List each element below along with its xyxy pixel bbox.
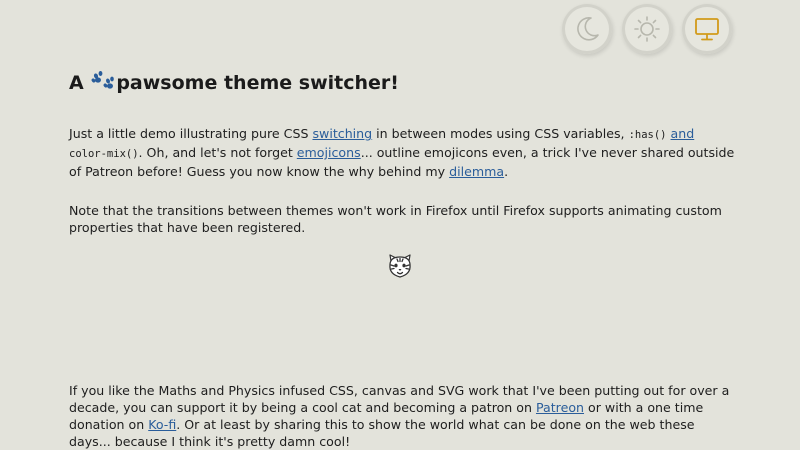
support-paragraph: If you like the Maths and Physics infuse…	[69, 382, 735, 450]
theme-switcher	[562, 4, 732, 54]
intro-text: .	[504, 164, 509, 179]
intro-paragraph: Just a little demo illustrating pure CSS…	[69, 125, 735, 180]
switching-link[interactable]: switching	[312, 126, 372, 141]
emojicons-link[interactable]: emojicons	[297, 145, 361, 160]
intro-text: . Oh, and let's not forget	[138, 145, 297, 160]
paw-icon	[91, 70, 115, 96]
theme-dark-button[interactable]	[562, 4, 612, 54]
monitor-icon	[695, 18, 719, 41]
intro-text: Just a little demo illustrating pure CSS	[69, 126, 313, 141]
theme-system-button[interactable]	[682, 4, 732, 54]
kofi-link[interactable]: Ko-fi	[148, 417, 176, 432]
dilemma-link[interactable]: dilemma	[449, 164, 504, 179]
sun-icon	[634, 16, 660, 42]
and-link[interactable]: and	[671, 126, 695, 141]
patreon-link[interactable]: Patreon	[536, 400, 584, 415]
firefox-note: Note that the transitions between themes…	[69, 203, 722, 235]
theme-light-button[interactable]	[622, 4, 672, 54]
page-title: A pawsome theme switcher!	[69, 70, 399, 96]
title-suffix: pawsome theme switcher!	[116, 72, 399, 94]
intro-text: in between modes using CSS variables,	[372, 126, 629, 141]
moon-icon	[577, 17, 599, 41]
tiger-face-icon	[386, 252, 414, 280]
title-prefix: A	[69, 72, 91, 94]
has-code: :has()	[628, 129, 667, 141]
page: A pawsome theme switcher! Just a little …	[0, 0, 800, 450]
color-mix-code: color-mix()	[69, 148, 139, 160]
